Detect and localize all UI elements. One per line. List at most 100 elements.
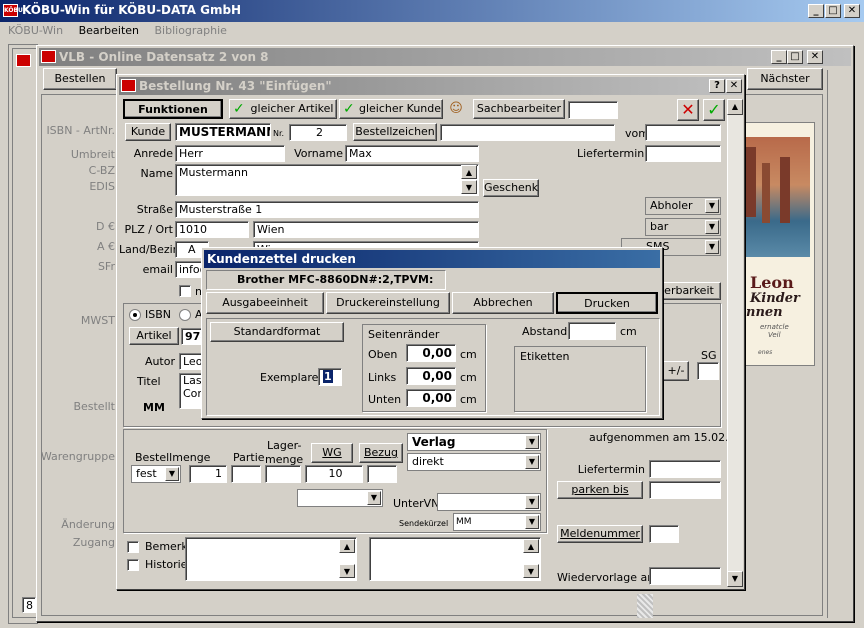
partie-field[interactable] <box>231 465 261 483</box>
menge-field[interactable]: 1 <box>189 465 227 483</box>
bezug-button[interactable]: Bezug <box>359 443 403 463</box>
chevron-down-icon[interactable]: ▼ <box>705 220 719 234</box>
historie-scroll-up[interactable]: ▲ <box>523 539 539 553</box>
geschenk-button[interactable]: Geschenk <box>483 179 539 197</box>
historie-textarea[interactable] <box>369 537 541 581</box>
sendekuerzel-select[interactable]: MM ▼ <box>453 513 541 531</box>
bestellzeichen-field[interactable] <box>440 124 615 141</box>
kunde-button[interactable]: Kunde <box>125 123 171 141</box>
liefertermin2-field[interactable] <box>649 460 721 478</box>
newsletter-checkbox[interactable] <box>179 285 191 297</box>
standardformat-button[interactable]: Standardformat <box>210 322 344 342</box>
vlb-maximize-button[interactable]: □ <box>787 50 803 64</box>
bar-select[interactable]: bar ▼ <box>645 218 721 236</box>
vorname-field[interactable]: Max <box>345 145 479 162</box>
menu-bibliographie[interactable]: Bibliographie <box>155 24 227 37</box>
bestellen-button[interactable]: Bestellen <box>43 68 117 90</box>
historie-scroll-down[interactable]: ▼ <box>523 564 539 578</box>
menu-bearbeiten[interactable]: Bearbeiten <box>79 24 139 37</box>
check-icon: ✓ <box>233 101 245 117</box>
order-close-button[interactable]: ✕ <box>726 79 742 93</box>
links-field[interactable]: 0,00 <box>406 367 456 385</box>
gleicher-kunde-button[interactable]: ✓ gleicher Kunde <box>339 99 443 119</box>
lagermenge-field[interactable] <box>265 465 301 483</box>
liefertermin-field[interactable] <box>645 145 721 162</box>
chevron-down-icon[interactable]: ▼ <box>525 515 539 529</box>
order-help-button[interactable]: ? <box>709 79 725 93</box>
chevron-down-icon[interactable]: ▼ <box>705 199 719 213</box>
kunde-name-field[interactable]: MUSTERMANN <box>175 123 271 141</box>
menu-koebu[interactable]: KÖBU-Win <box>8 24 63 37</box>
name-field[interactable]: Mustermann <box>175 164 479 196</box>
vlb-close-button[interactable]: ✕ <box>807 50 823 64</box>
direkt-select[interactable]: direkt ▼ <box>407 453 541 471</box>
exemplare-field[interactable]: 1 <box>318 368 342 386</box>
plz-field[interactable]: 1010 <box>175 221 249 238</box>
maximize-button[interactable]: □ <box>825 4 841 18</box>
a-radio[interactable] <box>179 309 191 321</box>
bemerk-textarea[interactable] <box>185 537 357 581</box>
order-scroll-up[interactable]: ▲ <box>727 99 743 115</box>
chevron-down-icon[interactable]: ▼ <box>165 467 179 481</box>
fest-select[interactable]: fest ▼ <box>131 465 181 483</box>
name-scroll-up[interactable]: ▲ <box>461 165 477 179</box>
person-icon[interactable]: ☺ <box>447 99 465 119</box>
ort-field[interactable]: Wien <box>253 221 479 238</box>
artikel-button[interactable]: Artikel <box>129 327 179 345</box>
gleicher-artikel-button[interactable]: ✓ gleicher Artikel <box>229 99 337 119</box>
untervn-select[interactable]: ▼ <box>437 493 541 511</box>
abbrechen-button[interactable]: Abbrechen <box>452 292 554 314</box>
order-scrollbar[interactable] <box>727 99 743 587</box>
meldenummer-field[interactable] <box>649 525 679 543</box>
drucken-button[interactable]: Drucken <box>556 292 658 314</box>
bemerk-scroll-up[interactable]: ▲ <box>339 539 355 553</box>
confirm-check-button[interactable]: ✓ <box>703 99 725 121</box>
verfuegbarkeit-button[interactable]: erbarkeit <box>657 282 721 300</box>
bemerk-checkbox[interactable] <box>127 541 139 553</box>
chevron-down-icon[interactable]: ▼ <box>705 240 719 254</box>
historie-checkbox[interactable] <box>127 559 139 571</box>
bemerk-scroll-down[interactable]: ▼ <box>339 564 355 578</box>
bg-page-field[interactable]: 8 <box>22 597 36 613</box>
verlag-select[interactable]: Verlag ▼ <box>407 433 541 451</box>
parken-bis-button[interactable]: parken bis <box>557 481 643 499</box>
plusminus-button[interactable]: +/- <box>663 361 689 381</box>
name-scroll-down[interactable]: ▼ <box>461 180 477 194</box>
order-scroll-down[interactable]: ▼ <box>727 571 743 587</box>
wiedervorlage-field[interactable] <box>649 567 721 585</box>
ausgabeeinheit-button[interactable]: Ausgabeeinheit <box>206 292 324 314</box>
sachbearbeiter-button[interactable]: Sachbearbeiter <box>473 99 565 119</box>
funktionen-button[interactable]: Funktionen <box>123 99 223 119</box>
naechster-button[interactable]: Nächster <box>747 68 823 90</box>
vom-field[interactable] <box>645 124 721 141</box>
oben-field[interactable]: 0,00 <box>406 344 456 362</box>
sg-field[interactable] <box>697 362 719 380</box>
druckereinstellung-button[interactable]: Druckereinstellung <box>326 292 450 314</box>
cover-title1: Leon <box>750 273 794 292</box>
check-icon: ✓ <box>343 101 355 117</box>
unten-field[interactable]: 0,00 <box>406 389 456 407</box>
abstand-field[interactable] <box>568 322 616 340</box>
extra-select[interactable]: ▼ <box>297 489 383 507</box>
anrede-field[interactable]: Herr <box>175 145 285 162</box>
sachbearbeiter-field[interactable] <box>568 101 618 119</box>
parken-bis-field[interactable] <box>649 481 721 499</box>
close-button[interactable]: ✕ <box>844 4 860 18</box>
minimize-button[interactable]: _ <box>808 4 824 18</box>
wg-field[interactable]: 10 <box>305 465 363 483</box>
wg-button[interactable]: WG <box>311 443 353 463</box>
strasse-field[interactable]: Musterstraße 1 <box>175 201 479 218</box>
vlb-scrollbar[interactable] <box>827 70 847 618</box>
chevron-down-icon[interactable]: ▼ <box>367 491 381 505</box>
meldenummer-button[interactable]: Meldenummer <box>557 525 643 543</box>
isbn-radio[interactable] <box>129 309 141 321</box>
bestellzeichen-button[interactable]: Bestellzeichen <box>353 123 437 141</box>
chevron-down-icon[interactable]: ▼ <box>525 495 539 509</box>
vlb-minimize-button[interactable]: _ <box>771 50 787 64</box>
abholer-select[interactable]: Abholer ▼ <box>645 197 721 215</box>
chevron-down-icon[interactable]: ▼ <box>525 435 539 449</box>
bezug-field[interactable] <box>367 465 397 483</box>
cancel-x-button[interactable]: ✕ <box>677 99 699 121</box>
nr-field[interactable]: 2 <box>289 124 347 141</box>
chevron-down-icon[interactable]: ▼ <box>525 455 539 469</box>
